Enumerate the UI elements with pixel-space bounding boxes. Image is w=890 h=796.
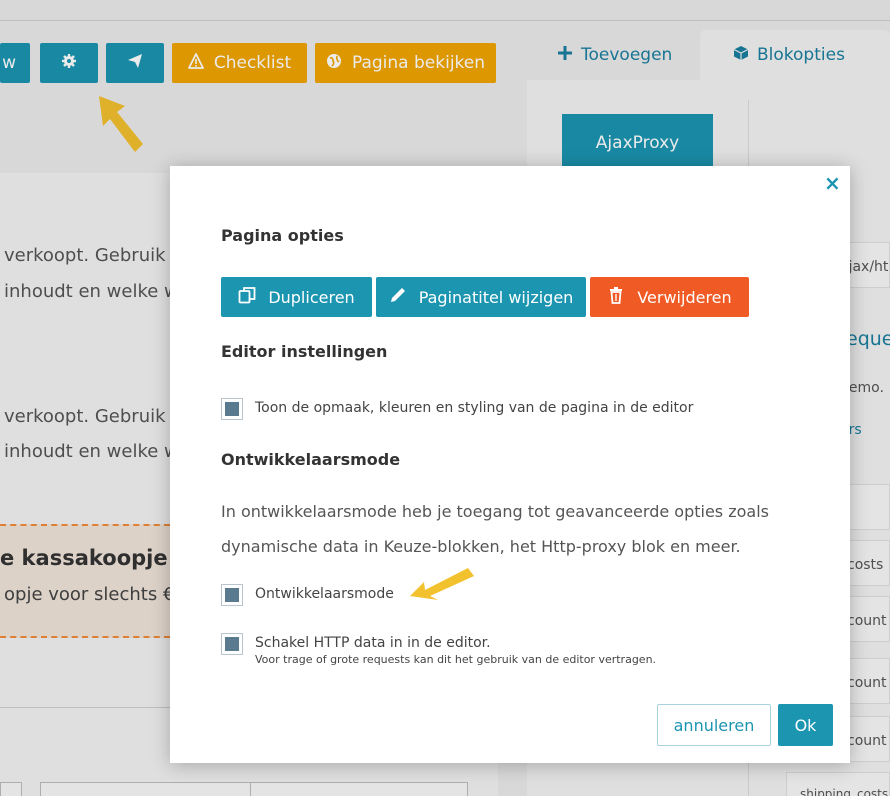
developer-mode-label: Ontwikkelaarsmode — [255, 586, 394, 602]
developer-mode-heading: Ontwikkelaarsmode — [221, 450, 401, 469]
ok-button[interactable]: Ok — [778, 704, 833, 746]
page-options-heading: Pagina opties — [221, 226, 344, 245]
developer-mode-description: In ontwikkelaarsmode heb je toegang tot … — [221, 502, 769, 556]
http-data-hint: Voor trage of grote requests kan dit het… — [255, 653, 657, 666]
rename-page-button[interactable]: Paginatitel wijzigen — [376, 277, 586, 317]
http-data-label: Schakel HTTP data in in de editor. — [255, 635, 491, 651]
delete-label: Verwijderen — [637, 287, 732, 307]
editor-settings-heading: Editor instellingen — [221, 342, 388, 361]
show-styling-checkbox[interactable] — [221, 398, 243, 420]
http-data-checkbox[interactable] — [221, 633, 243, 655]
duplicate-label: Dupliceren — [268, 287, 355, 307]
trash-icon — [607, 286, 625, 308]
pencil-icon — [389, 286, 407, 308]
developer-mode-option: Ontwikkelaarsmode — [221, 584, 394, 606]
show-styling-option: Toon de opmaak, kleuren en styling van d… — [221, 398, 693, 420]
show-styling-label: Toon de opmaak, kleuren en styling van d… — [255, 400, 694, 416]
delete-button[interactable]: Verwijderen — [590, 277, 749, 317]
cancel-button[interactable]: annuleren — [657, 704, 771, 746]
duplicate-button[interactable]: Dupliceren — [221, 277, 372, 317]
http-data-option: Schakel HTTP data in in de editor. Voor … — [221, 633, 656, 666]
developer-mode-checkbox[interactable] — [221, 584, 243, 606]
page-options-modal: × Pagina opties Dupliceren Paginatitel w… — [170, 166, 850, 763]
close-icon[interactable]: × — [824, 173, 842, 193]
rename-page-label: Paginatitel wijzigen — [418, 287, 574, 307]
pointer-arrow-icon — [410, 568, 474, 600]
copy-icon — [238, 286, 256, 308]
